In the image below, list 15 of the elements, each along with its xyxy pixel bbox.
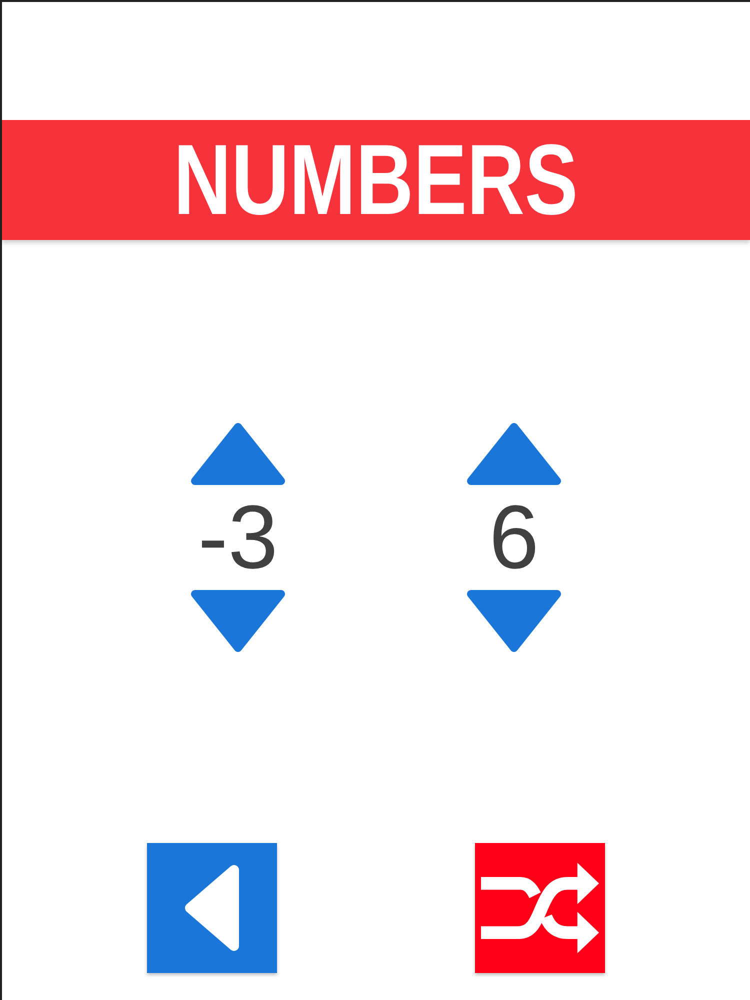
number-value: 6	[488, 493, 540, 583]
triangle-up-icon	[467, 423, 561, 485]
triangle-down-icon	[467, 590, 561, 652]
triangle-down-icon	[191, 590, 285, 652]
number-value: -3	[198, 493, 278, 583]
shuffle-icon	[481, 861, 599, 955]
increment-button[interactable]	[191, 423, 285, 485]
shuffle-button[interactable]	[475, 843, 605, 973]
decrement-button[interactable]	[191, 590, 285, 652]
increment-button[interactable]	[467, 423, 561, 485]
triangle-up-icon	[191, 423, 285, 485]
triangle-left-icon	[184, 865, 240, 951]
app-title: NUMBERS	[174, 130, 578, 230]
decrement-button[interactable]	[467, 590, 561, 652]
back-button[interactable]	[147, 843, 277, 973]
